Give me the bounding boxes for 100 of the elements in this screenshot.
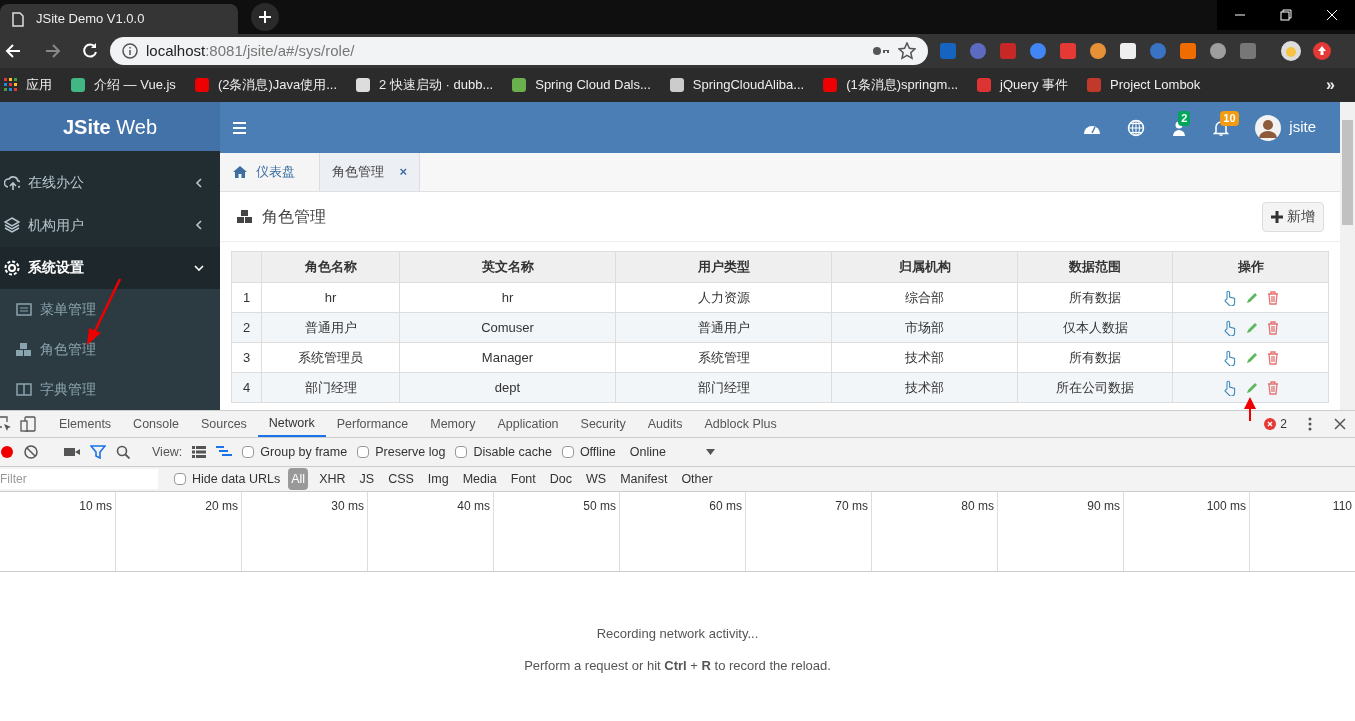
bookmark-link[interactable]: (1条消息)springm... xyxy=(846,75,959,95)
page-tab[interactable]: 角色管理 × xyxy=(320,153,420,191)
type-filter-button[interactable]: Other xyxy=(678,467,716,491)
type-filter-button[interactable]: JS xyxy=(356,467,378,491)
table-cell: 仅本人数据 xyxy=(1017,312,1173,343)
checkbox[interactable]: Offline xyxy=(561,442,616,462)
sidebar-item[interactable]: 系统设置 xyxy=(0,246,220,289)
pencil-icon[interactable] xyxy=(1244,320,1259,335)
pointer-hand-icon[interactable] xyxy=(1222,289,1237,306)
pencil-icon[interactable] xyxy=(1244,380,1259,395)
sidebar-subitem[interactable]: 字典管理 xyxy=(0,370,220,410)
sidebar-item[interactable]: 机构用户 xyxy=(0,204,220,247)
more-bookmarks-button[interactable]: » xyxy=(1326,73,1335,97)
time-tick-label: 40 ms xyxy=(457,498,490,511)
search-icon[interactable] xyxy=(116,445,130,459)
devtools-tab[interactable]: Console xyxy=(122,411,190,437)
devtools-tab[interactable]: Performance xyxy=(325,411,420,437)
bookmark-link[interactable]: SpringCloudAliba... xyxy=(692,75,805,95)
column-header: 操作 xyxy=(1172,251,1329,283)
reload-icon[interactable] xyxy=(80,41,100,61)
waterfall-view-icon[interactable] xyxy=(216,446,233,458)
column-header: 角色名称 xyxy=(261,251,400,283)
star-icon[interactable] xyxy=(898,42,916,60)
type-filter-button[interactable]: CSS xyxy=(385,467,417,491)
bookmark-link[interactable]: 2 快速启动 · dubb... xyxy=(379,75,494,95)
bookmark-link[interactable]: Project Lombok xyxy=(1110,75,1201,95)
list-view-icon[interactable] xyxy=(192,446,207,458)
devtools-tab[interactable]: Memory xyxy=(419,411,487,437)
menu-icon[interactable] xyxy=(232,120,248,135)
pointer-hand-icon[interactable] xyxy=(1222,349,1237,366)
bookmark-icon xyxy=(668,77,685,93)
close-tab-button[interactable]: × xyxy=(399,162,407,182)
clear-icon[interactable] xyxy=(24,445,38,459)
bookmark-icon xyxy=(976,77,993,93)
bookmark-icon xyxy=(1086,77,1102,93)
address-bar[interactable]: localhost:8081/jsite/a#/sys/role/ xyxy=(110,37,928,65)
checkbox[interactable]: Preserve log xyxy=(357,442,446,462)
devtools-tab[interactable]: Sources xyxy=(190,411,258,437)
type-filter-button[interactable]: Manifest xyxy=(617,467,671,491)
extension-icon[interactable] xyxy=(1118,41,1138,61)
device-icon[interactable] xyxy=(20,416,36,432)
pencil-icon[interactable] xyxy=(1244,290,1259,305)
extension-icon[interactable] xyxy=(1208,41,1228,61)
bookmark-icon xyxy=(822,77,839,93)
camera-icon[interactable] xyxy=(64,446,80,458)
bookmark-link[interactable]: jQuery 事件 xyxy=(1000,75,1068,95)
type-filter-button[interactable]: WS xyxy=(583,467,610,491)
pointer-hand-icon[interactable] xyxy=(1222,379,1237,396)
pointer-hand-icon[interactable] xyxy=(1222,319,1237,336)
home-icon xyxy=(232,165,248,179)
table-cell: 系统管理 xyxy=(615,342,832,373)
username[interactable]: jsite xyxy=(1289,116,1316,139)
devtools-tab[interactable]: Adblock Plus xyxy=(693,411,788,437)
sidebar-subitem[interactable]: 角色管理 xyxy=(0,330,220,370)
globe-icon[interactable] xyxy=(1127,118,1146,137)
time-tick-label: 100 ms xyxy=(1206,498,1246,511)
scrollbar[interactable] xyxy=(1340,102,1355,410)
table-cell: 所有数据 xyxy=(1017,342,1173,373)
table-cell: 部门经理 xyxy=(261,372,400,403)
type-filter-button[interactable]: Img xyxy=(424,467,452,491)
bookmark-link[interactable]: 应用 xyxy=(26,75,52,95)
bookmark-link[interactable]: Spring Cloud Dals... xyxy=(535,75,651,95)
extension-icon[interactable] xyxy=(1088,41,1108,61)
sidebar-item[interactable]: 在线办公 xyxy=(0,161,220,205)
throttle-dropdown[interactable]: Online xyxy=(629,442,715,462)
close-icon[interactable] xyxy=(1333,417,1347,431)
sidebar-subitem[interactable]: 菜单管理 xyxy=(0,290,220,330)
trash-icon[interactable] xyxy=(1266,350,1279,365)
bookmark-link[interactable]: 介绍 — Vue.js xyxy=(94,75,176,95)
inspect-icon[interactable] xyxy=(0,416,12,432)
checkbox[interactable]: Group by frame xyxy=(242,442,348,462)
add-button[interactable]: 新增 xyxy=(1262,201,1324,232)
filter-icon[interactable] xyxy=(90,445,106,459)
devtools-tab[interactable]: Elements xyxy=(48,411,123,437)
checkbox[interactable]: Disable cache xyxy=(455,442,552,462)
type-filter-button[interactable]: Media xyxy=(459,467,500,491)
type-filter-button[interactable]: Font xyxy=(507,467,539,491)
pencil-icon[interactable] xyxy=(1244,350,1259,365)
record-icon[interactable] xyxy=(0,445,14,459)
table-cell: Comuser xyxy=(399,312,616,343)
devtools-tab[interactable]: Application xyxy=(486,411,570,437)
type-filter-button[interactable]: Doc xyxy=(546,467,575,491)
error-count[interactable]: 2 xyxy=(1280,415,1287,433)
table-cell: 人力资源 xyxy=(615,282,832,313)
type-filter-button[interactable]: XHR xyxy=(316,467,349,491)
browser-tab[interactable]: JSite Demo V1.0.0 xyxy=(0,4,238,34)
devtools-tab[interactable]: Audits xyxy=(636,411,694,437)
weather-icon[interactable] xyxy=(1280,40,1302,62)
bookmark-link[interactable]: (2条消息)Java使用... xyxy=(217,75,338,95)
filter-input[interactable]: Filter xyxy=(0,469,158,489)
devtools-tab[interactable]: Security xyxy=(569,411,637,437)
time-tick-label: 20 ms xyxy=(205,498,238,511)
trash-icon[interactable] xyxy=(1266,380,1279,395)
trash-icon[interactable] xyxy=(1266,320,1279,335)
new-tab-icon[interactable] xyxy=(250,2,280,32)
checkbox[interactable]: Hide data URLs xyxy=(174,469,281,489)
bookmark-icon xyxy=(193,77,210,93)
time-tick-label: 50 ms xyxy=(583,498,616,511)
upload-icon[interactable] xyxy=(1312,41,1332,61)
trash-icon[interactable] xyxy=(1266,290,1279,305)
